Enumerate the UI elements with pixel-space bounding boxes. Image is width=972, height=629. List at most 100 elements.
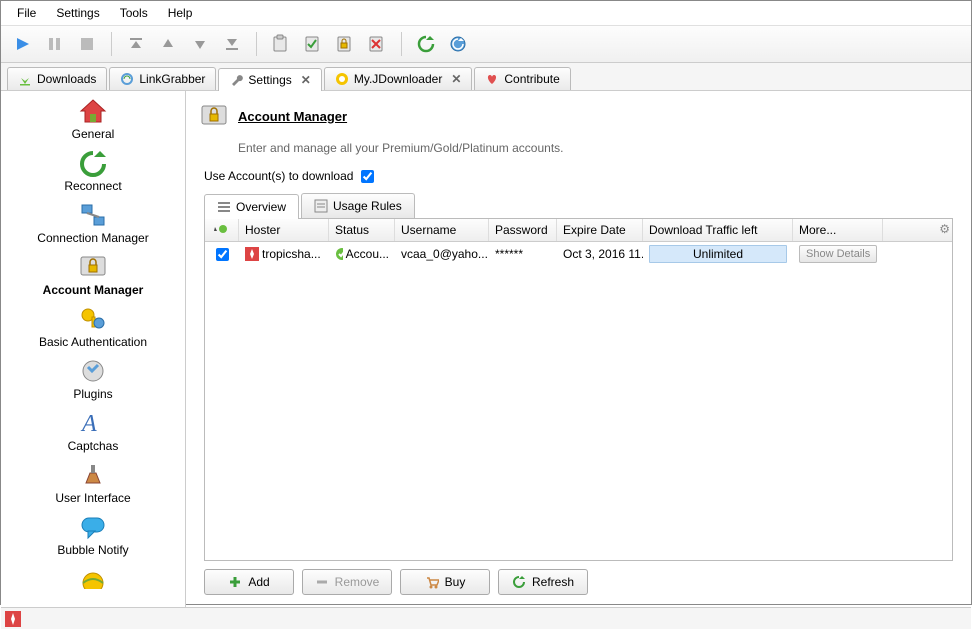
settings-sidebar[interactable]: General Reconnect Connection Manager Acc… xyxy=(1,91,186,607)
remove-button[interactable]: Remove xyxy=(302,569,392,595)
col-traffic[interactable]: Download Traffic left xyxy=(643,219,793,241)
key-user-icon xyxy=(77,303,109,335)
move-top-icon[interactable] xyxy=(122,30,150,58)
pause-icon[interactable] xyxy=(41,30,69,58)
move-up-icon[interactable] xyxy=(154,30,182,58)
sidebar-item-general[interactable]: General xyxy=(1,91,185,143)
refresh-icon xyxy=(512,575,526,589)
captcha-icon: A xyxy=(77,407,109,439)
home-icon xyxy=(77,95,109,127)
sidebar-item-label: Account Manager xyxy=(43,283,144,297)
col-status[interactable]: Status xyxy=(329,219,395,241)
tab-label: My.JDownloader xyxy=(354,72,442,86)
heart-icon xyxy=(485,72,499,86)
sidebar-item-basicauth[interactable]: Basic Authentication xyxy=(1,299,185,351)
button-label: Buy xyxy=(445,575,466,589)
reconnect-icon[interactable] xyxy=(412,30,440,58)
cell-password: ****** xyxy=(489,244,557,264)
col-more[interactable]: More... xyxy=(793,219,883,241)
refresh-button[interactable]: Refresh xyxy=(498,569,588,595)
update-icon[interactable] xyxy=(444,30,472,58)
jd-icon xyxy=(335,72,349,86)
tab-linkgrabber[interactable]: LinkGrabber xyxy=(109,67,216,90)
svg-text:A: A xyxy=(80,411,97,437)
tab-label: Contribute xyxy=(504,72,559,86)
table-body[interactable]: tropicsha... Accou... vcaa_0@yaho... ***… xyxy=(205,242,952,560)
move-bottom-icon[interactable] xyxy=(218,30,246,58)
button-label: Add xyxy=(248,575,269,589)
plugin-icon xyxy=(77,355,109,387)
button-label: Remove xyxy=(335,575,380,589)
sidebar-item-bubble[interactable]: Bubble Notify xyxy=(1,507,185,559)
button-label: Refresh xyxy=(532,575,574,589)
accounts-table: Hoster Status Username Password Expire D… xyxy=(204,218,953,561)
sidebar-item-reconnect[interactable]: Reconnect xyxy=(1,143,185,195)
tab-label: Settings xyxy=(248,73,291,87)
cell-hoster: tropicsha... xyxy=(239,244,329,264)
sidebar-item-label: General xyxy=(72,127,115,141)
tab-label: Downloads xyxy=(37,72,96,86)
col-hoster[interactable]: Hoster xyxy=(239,219,329,241)
minus-icon xyxy=(315,575,329,589)
menu-help[interactable]: Help xyxy=(158,3,203,23)
reconnect-large-icon xyxy=(77,147,109,179)
cell-username: vcaa_0@yaho... xyxy=(395,244,489,264)
clipboard-delete-icon[interactable] xyxy=(363,30,391,58)
sidebar-item-captchas[interactable]: A Captchas xyxy=(1,403,185,455)
subtab-usage[interactable]: Usage Rules xyxy=(301,193,415,218)
sidebar-item-next[interactable] xyxy=(1,559,185,597)
cart-icon xyxy=(425,575,439,589)
clipboard-check-icon[interactable] xyxy=(299,30,327,58)
show-details-button[interactable]: Show Details xyxy=(799,245,877,263)
col-username[interactable]: Username xyxy=(395,219,489,241)
clipboard-lock-icon[interactable] xyxy=(331,30,359,58)
subtab-overview[interactable]: Overview xyxy=(204,194,299,219)
stop-icon[interactable] xyxy=(73,30,101,58)
gear-icon[interactable]: ⚙ xyxy=(939,222,950,236)
close-icon[interactable]: ✕ xyxy=(451,72,461,86)
use-accounts-checkbox[interactable] xyxy=(361,170,374,183)
sidebar-item-connection[interactable]: Connection Manager xyxy=(1,195,185,247)
menu-tools[interactable]: Tools xyxy=(110,3,158,23)
sidebar-item-label: Reconnect xyxy=(64,179,121,193)
sidebar-item-ui[interactable]: User Interface xyxy=(1,455,185,507)
cell-expire: Oct 3, 2016 11... xyxy=(557,244,643,264)
tab-myjdownloader[interactable]: My.JDownloader ✕ xyxy=(324,67,473,90)
add-button[interactable]: Add xyxy=(204,569,294,595)
wrench-icon xyxy=(229,73,243,87)
move-down-icon[interactable] xyxy=(186,30,214,58)
play-icon[interactable] xyxy=(9,30,37,58)
link-icon xyxy=(120,72,134,86)
table-row[interactable]: tropicsha... Accou... vcaa_0@yaho... ***… xyxy=(205,242,952,266)
sidebar-item-label: Plugins xyxy=(73,387,112,401)
table-header: Hoster Status Username Password Expire D… xyxy=(205,219,952,242)
sidebar-item-plugins[interactable]: Plugins xyxy=(1,351,185,403)
buy-button[interactable]: Buy xyxy=(400,569,490,595)
tab-downloads[interactable]: Downloads xyxy=(7,67,107,90)
main-area: General Reconnect Connection Manager Acc… xyxy=(1,91,971,607)
status-warning-icon[interactable] xyxy=(5,611,21,627)
close-icon[interactable]: ✕ xyxy=(301,73,311,87)
page-description: Enter and manage all your Premium/Gold/P… xyxy=(238,141,957,155)
menu-file[interactable]: File xyxy=(7,3,46,23)
tab-label: LinkGrabber xyxy=(139,72,205,86)
col-sort-enable[interactable] xyxy=(205,219,239,241)
row-enable-checkbox[interactable] xyxy=(216,248,229,261)
col-password[interactable]: Password xyxy=(489,219,557,241)
use-accounts-label: Use Account(s) to download xyxy=(204,169,353,183)
col-expire[interactable]: Expire Date xyxy=(557,219,643,241)
network-icon xyxy=(77,199,109,231)
tab-settings[interactable]: Settings ✕ xyxy=(218,68,321,91)
sidebar-item-account[interactable]: Account Manager xyxy=(1,247,185,299)
clipboard-icon[interactable] xyxy=(267,30,295,58)
tab-contribute[interactable]: Contribute xyxy=(474,67,570,90)
lock-screen-icon xyxy=(77,251,109,283)
hoster-icon xyxy=(245,247,259,261)
sidebar-item-label: User Interface xyxy=(55,491,130,505)
sidebar-item-label: Connection Manager xyxy=(37,231,148,245)
content-panel: Account Manager Enter and manage all you… xyxy=(186,91,971,607)
rules-icon xyxy=(314,199,328,213)
menu-settings[interactable]: Settings xyxy=(46,3,109,23)
subtab-label: Usage Rules xyxy=(333,199,402,213)
cell-status: Accou... xyxy=(329,244,395,264)
